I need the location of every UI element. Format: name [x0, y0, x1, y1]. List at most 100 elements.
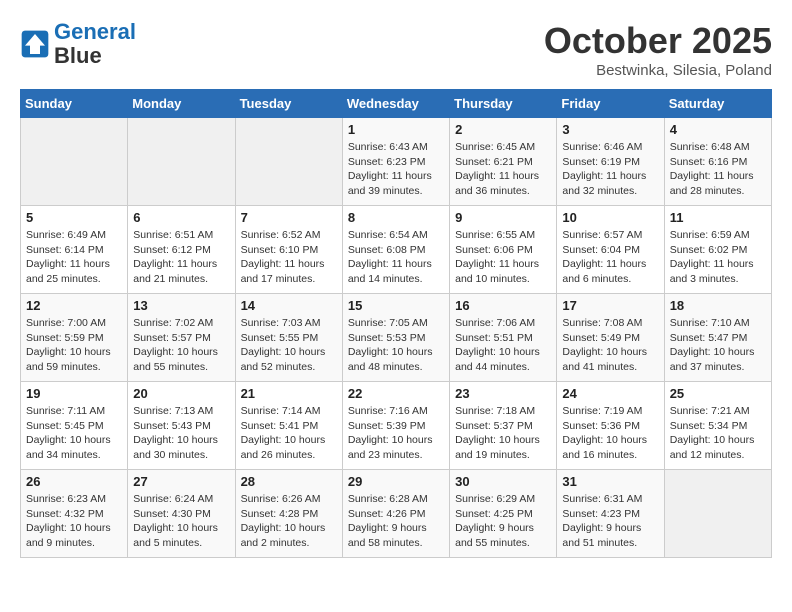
day-info: Sunrise: 7:06 AM Sunset: 5:51 PM Dayligh… [455, 316, 551, 375]
day-number: 22 [348, 386, 444, 401]
location: Bestwinka, Silesia, Poland [544, 62, 772, 79]
day-number: 30 [455, 474, 551, 489]
day-info: Sunrise: 6:51 AM Sunset: 6:12 PM Dayligh… [133, 228, 229, 287]
day-number: 1 [348, 122, 444, 137]
calendar-cell [235, 118, 342, 206]
day-info: Sunrise: 6:45 AM Sunset: 6:21 PM Dayligh… [455, 140, 551, 199]
calendar-cell: 9 Sunrise: 6:55 AM Sunset: 6:06 PM Daylig… [450, 206, 557, 294]
calendar-cell: 13 Sunrise: 7:02 AM Sunset: 5:57 PM Dayli… [128, 294, 235, 382]
day-info: Sunrise: 7:03 AM Sunset: 5:55 PM Dayligh… [241, 316, 337, 375]
day-number: 28 [241, 474, 337, 489]
calendar-cell: 2 Sunrise: 6:45 AM Sunset: 6:21 PM Daylig… [450, 118, 557, 206]
calendar-cell: 30 Sunrise: 6:29 AM Sunset: 4:25 PM Dayli… [450, 470, 557, 558]
day-number: 2 [455, 122, 551, 137]
header-day: Tuesday [235, 90, 342, 118]
calendar-cell: 16 Sunrise: 7:06 AM Sunset: 5:51 PM Dayli… [450, 294, 557, 382]
day-info: Sunrise: 7:08 AM Sunset: 5:49 PM Dayligh… [562, 316, 658, 375]
calendar-cell: 19 Sunrise: 7:11 AM Sunset: 5:45 PM Dayli… [21, 382, 128, 470]
day-info: Sunrise: 6:26 AM Sunset: 4:28 PM Dayligh… [241, 492, 337, 551]
day-number: 13 [133, 298, 229, 313]
calendar-cell: 18Sunrise: 7:10 AM Sunset: 5:47 PM Dayli… [664, 294, 771, 382]
day-info: Sunrise: 7:14 AM Sunset: 5:41 PM Dayligh… [241, 404, 337, 463]
day-number: 21 [241, 386, 337, 401]
day-info: Sunrise: 6:24 AM Sunset: 4:30 PM Dayligh… [133, 492, 229, 551]
day-number: 19 [26, 386, 122, 401]
calendar-cell: 4 Sunrise: 6:48 AM Sunset: 6:16 PM Daylig… [664, 118, 771, 206]
header-day: Friday [557, 90, 664, 118]
calendar-header: SundayMondayTuesdayWednesdayThursdayFrid… [21, 90, 772, 118]
calendar-cell: 28 Sunrise: 6:26 AM Sunset: 4:28 PM Dayli… [235, 470, 342, 558]
day-number: 6 [133, 210, 229, 225]
day-info: Sunrise: 6:57 AM Sunset: 6:04 PM Dayligh… [562, 228, 658, 287]
day-info: Sunrise: 6:28 AM Sunset: 4:26 PM Dayligh… [348, 492, 444, 551]
calendar-cell: 22 Sunrise: 7:16 AM Sunset: 5:39 PM Dayli… [342, 382, 449, 470]
calendar-cell: 29 Sunrise: 6:28 AM Sunset: 4:26 PM Dayli… [342, 470, 449, 558]
logo: General Blue [20, 20, 136, 68]
day-number: 24 [562, 386, 658, 401]
day-number: 20 [133, 386, 229, 401]
calendar-cell: 14 Sunrise: 7:03 AM Sunset: 5:55 PM Dayli… [235, 294, 342, 382]
day-info: Sunrise: 6:43 AM Sunset: 6:23 PM Dayligh… [348, 140, 444, 199]
day-info: Sunrise: 7:16 AM Sunset: 5:39 PM Dayligh… [348, 404, 444, 463]
day-number: 23 [455, 386, 551, 401]
calendar-cell [664, 470, 771, 558]
day-info: Sunrise: 6:23 AM Sunset: 4:32 PM Dayligh… [26, 492, 122, 551]
day-number: 12 [26, 298, 122, 313]
day-info: Sunrise: 6:31 AM Sunset: 4:23 PM Dayligh… [562, 492, 658, 551]
logo-icon [20, 29, 50, 59]
day-info: Sunrise: 6:46 AM Sunset: 6:19 PM Dayligh… [562, 140, 658, 199]
day-info: Sunrise: 6:29 AM Sunset: 4:25 PM Dayligh… [455, 492, 551, 551]
calendar-week: 26Sunrise: 6:23 AM Sunset: 4:32 PM Dayli… [21, 470, 772, 558]
day-info: Sunrise: 7:19 AM Sunset: 5:36 PM Dayligh… [562, 404, 658, 463]
page-header: General Blue October 2025 Bestwinka, Sil… [20, 20, 772, 79]
calendar-cell: 20 Sunrise: 7:13 AM Sunset: 5:43 PM Dayli… [128, 382, 235, 470]
calendar-cell: 6 Sunrise: 6:51 AM Sunset: 6:12 PM Daylig… [128, 206, 235, 294]
calendar-cell: 26Sunrise: 6:23 AM Sunset: 4:32 PM Dayli… [21, 470, 128, 558]
day-number: 29 [348, 474, 444, 489]
calendar-cell: 7Sunrise: 6:52 AM Sunset: 6:10 PM Daylig… [235, 206, 342, 294]
day-number: 9 [455, 210, 551, 225]
day-info: Sunrise: 7:21 AM Sunset: 5:34 PM Dayligh… [670, 404, 766, 463]
day-number: 3 [562, 122, 658, 137]
day-number: 18 [670, 298, 766, 313]
calendar-week: 19 Sunrise: 7:11 AM Sunset: 5:45 PM Dayli… [21, 382, 772, 470]
calendar-cell: 25 Sunrise: 7:21 AM Sunset: 5:34 PM Dayli… [664, 382, 771, 470]
calendar-cell: 5 Sunrise: 6:49 AM Sunset: 6:14 PM Daylig… [21, 206, 128, 294]
calendar-cell: 27Sunrise: 6:24 AM Sunset: 4:30 PM Dayli… [128, 470, 235, 558]
day-info: Sunrise: 7:13 AM Sunset: 5:43 PM Dayligh… [133, 404, 229, 463]
logo-line2: Blue [54, 44, 136, 68]
day-number: 25 [670, 386, 766, 401]
month-title: October 2025 [544, 20, 772, 62]
day-info: Sunrise: 6:48 AM Sunset: 6:16 PM Dayligh… [670, 140, 766, 199]
calendar-cell [21, 118, 128, 206]
day-number: 16 [455, 298, 551, 313]
day-info: Sunrise: 7:05 AM Sunset: 5:53 PM Dayligh… [348, 316, 444, 375]
title-block: October 2025 Bestwinka, Silesia, Poland [544, 20, 772, 79]
calendar-week: 12 Sunrise: 7:00 AM Sunset: 5:59 PM Dayli… [21, 294, 772, 382]
day-info: Sunrise: 7:00 AM Sunset: 5:59 PM Dayligh… [26, 316, 122, 375]
day-number: 11 [670, 210, 766, 225]
day-number: 4 [670, 122, 766, 137]
day-info: Sunrise: 7:02 AM Sunset: 5:57 PM Dayligh… [133, 316, 229, 375]
day-number: 14 [241, 298, 337, 313]
calendar-cell: 21 Sunrise: 7:14 AM Sunset: 5:41 PM Dayli… [235, 382, 342, 470]
calendar-cell: 8 Sunrise: 6:54 AM Sunset: 6:08 PM Daylig… [342, 206, 449, 294]
day-info: Sunrise: 6:59 AM Sunset: 6:02 PM Dayligh… [670, 228, 766, 287]
day-number: 15 [348, 298, 444, 313]
header-day: Wednesday [342, 90, 449, 118]
header-row: SundayMondayTuesdayWednesdayThursdayFrid… [21, 90, 772, 118]
calendar-cell: 17Sunrise: 7:08 AM Sunset: 5:49 PM Dayli… [557, 294, 664, 382]
day-info: Sunrise: 7:11 AM Sunset: 5:45 PM Dayligh… [26, 404, 122, 463]
day-info: Sunrise: 6:52 AM Sunset: 6:10 PM Dayligh… [241, 228, 337, 287]
day-number: 5 [26, 210, 122, 225]
calendar-cell: 31Sunrise: 6:31 AM Sunset: 4:23 PM Dayli… [557, 470, 664, 558]
day-number: 8 [348, 210, 444, 225]
header-day: Sunday [21, 90, 128, 118]
calendar-cell: 12 Sunrise: 7:00 AM Sunset: 5:59 PM Dayli… [21, 294, 128, 382]
day-info: Sunrise: 6:49 AM Sunset: 6:14 PM Dayligh… [26, 228, 122, 287]
day-info: Sunrise: 6:54 AM Sunset: 6:08 PM Dayligh… [348, 228, 444, 287]
calendar-cell: 1 Sunrise: 6:43 AM Sunset: 6:23 PM Daylig… [342, 118, 449, 206]
day-info: Sunrise: 6:55 AM Sunset: 6:06 PM Dayligh… [455, 228, 551, 287]
header-day: Saturday [664, 90, 771, 118]
calendar-week: 1 Sunrise: 6:43 AM Sunset: 6:23 PM Daylig… [21, 118, 772, 206]
